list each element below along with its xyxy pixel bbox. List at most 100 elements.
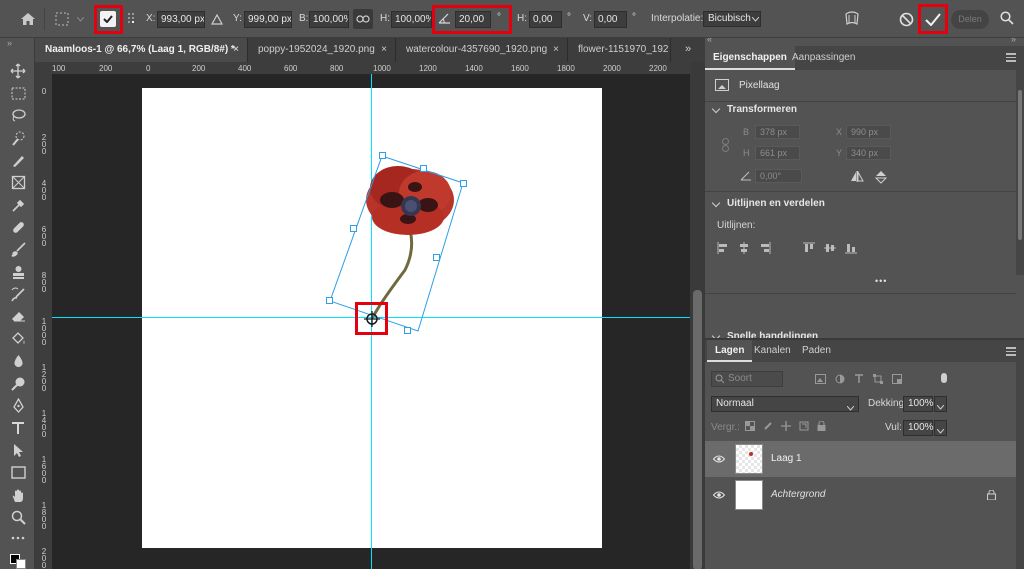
align-hcenter-icon[interactable]	[738, 242, 750, 257]
fill-dropdown[interactable]	[934, 420, 947, 436]
commit-transform-icon[interactable]	[922, 8, 944, 30]
angle-field[interactable]: 20,00	[455, 11, 491, 28]
fill-field[interactable]: 100%	[903, 420, 934, 436]
filter-toggle[interactable]	[941, 373, 947, 383]
warp-icon[interactable]	[842, 9, 862, 29]
lock-icon[interactable]	[987, 489, 996, 503]
pivot-point-icon[interactable]	[362, 309, 381, 328]
filter-shape-icon[interactable]	[873, 374, 883, 387]
cancel-transform-icon[interactable]	[896, 9, 916, 29]
flip-vertical-icon[interactable]	[874, 170, 888, 187]
h-field[interactable]: 661 px	[755, 146, 800, 160]
width-field[interactable]: 100,00%	[309, 11, 349, 28]
hand-tool-icon[interactable]	[8, 485, 28, 505]
lasso-tool-icon[interactable]	[8, 105, 28, 125]
scrollbar-thumb[interactable]	[1018, 90, 1022, 240]
tab-naamloos[interactable]: Naamloos-1 @ 66,7% (Laag 1, RGB/8#) * ×	[35, 38, 248, 62]
more-options-icon[interactable]: •••	[875, 276, 887, 286]
share-button[interactable]: Delen	[951, 10, 989, 29]
lock-all-icon[interactable]	[817, 420, 826, 434]
home-icon[interactable]	[18, 10, 38, 28]
y-prop-field[interactable]: 340 px	[846, 146, 891, 160]
layer-row-achtergrond[interactable]: Achtergrond	[705, 477, 1016, 513]
properties-scrollbar[interactable]	[1016, 70, 1024, 275]
angle-prop-field[interactable]: 0,00°	[755, 169, 802, 183]
background-color-swatch[interactable]	[16, 559, 26, 569]
zoom-tool-icon[interactable]	[8, 507, 28, 527]
scrollbar-thumb[interactable]	[693, 290, 702, 569]
reference-point-dots-icon[interactable]	[126, 11, 138, 25]
crop-frame-tool-icon[interactable]	[8, 172, 28, 192]
type-tool-icon[interactable]	[8, 418, 28, 438]
panel-menu-icon[interactable]	[1006, 347, 1016, 356]
section-transformeren[interactable]: Transformeren	[705, 101, 1016, 119]
align-vcenter-icon[interactable]	[824, 242, 836, 257]
more-tools-icon[interactable]	[8, 532, 28, 544]
transform-handle-bottom-left[interactable]	[326, 297, 333, 304]
tab-kanalen[interactable]: Kanalen	[746, 340, 799, 362]
link-icon[interactable]	[353, 9, 373, 29]
transform-handle-right[interactable]	[433, 254, 440, 261]
transform-handle-top-right[interactable]	[460, 180, 467, 187]
tab-aanpassingen[interactable]: Aanpassingen	[784, 46, 863, 70]
eyedropper-tool-icon[interactable]	[8, 195, 28, 215]
search-icon[interactable]	[998, 9, 1016, 27]
transform-handle-top-left[interactable]	[379, 152, 386, 159]
transform-handle-left[interactable]	[350, 225, 357, 232]
pen-brush-tool-icon[interactable]	[8, 150, 28, 170]
tabs-overflow-icon[interactable]: »	[685, 43, 691, 55]
layer-row-laag-1[interactable]: Laag 1	[705, 441, 1016, 477]
x-field[interactable]: 993,00 px	[157, 11, 205, 28]
rectangle-tool-icon[interactable]	[8, 462, 28, 482]
align-bottom-icon[interactable]	[845, 242, 857, 257]
filter-smart-object-icon[interactable]	[892, 374, 902, 387]
quick-select-tool-icon[interactable]	[8, 128, 28, 148]
layers-scrollbar[interactable]	[1016, 360, 1024, 569]
collapse-tools-icon[interactable]: »	[7, 38, 12, 48]
stamp-tool-icon[interactable]	[8, 262, 28, 282]
lock-transparent-icon[interactable]	[745, 421, 755, 434]
transform-handle-bottom-right[interactable]	[404, 327, 411, 334]
lock-pixels-icon[interactable]	[763, 421, 773, 434]
transform-bounding-box[interactable]	[320, 145, 480, 340]
flip-horizontal-icon[interactable]	[850, 170, 864, 185]
history-brush-tool-icon[interactable]	[8, 284, 28, 304]
visibility-eye-icon[interactable]	[712, 455, 726, 466]
align-left-icon[interactable]	[717, 242, 729, 257]
reference-point-checkbox[interactable]	[100, 11, 116, 27]
expand-panel-icon[interactable]: «	[707, 34, 712, 44]
filter-adjustment-icon[interactable]	[835, 374, 845, 387]
x-prop-field[interactable]: 990 px	[846, 125, 891, 139]
paint-bucket-tool-icon[interactable]	[8, 328, 28, 348]
visibility-eye-icon[interactable]	[712, 491, 726, 502]
pen-tool-icon[interactable]	[8, 395, 28, 415]
brush-tool-icon[interactable]	[8, 239, 28, 259]
vskew-field[interactable]: 0,00	[594, 11, 627, 28]
blend-mode-select[interactable]: Normaal	[711, 396, 859, 412]
transform-handle-top[interactable]	[420, 165, 427, 172]
close-icon[interactable]: ×	[233, 38, 239, 62]
lock-artboard-icon[interactable]	[799, 421, 809, 434]
opacity-dropdown[interactable]	[934, 396, 947, 412]
tab-eigenschappen[interactable]: Eigenschappen	[705, 46, 795, 70]
height-field[interactable]: 100,00%	[391, 11, 432, 28]
align-right-icon[interactable]	[759, 242, 771, 257]
dodge-tool-icon[interactable]	[8, 373, 28, 393]
align-top-icon[interactable]	[803, 242, 815, 257]
move-tool-icon[interactable]	[8, 61, 28, 81]
b-field[interactable]: 378 px	[755, 125, 800, 139]
tab-flower[interactable]: flower-1151970_192	[568, 38, 671, 62]
close-icon[interactable]: ×	[553, 38, 559, 62]
relative-position-icon[interactable]	[210, 12, 224, 26]
panel-menu-icon[interactable]	[1006, 53, 1016, 62]
tab-paden[interactable]: Paden	[794, 340, 839, 362]
filter-type-icon[interactable]	[854, 374, 864, 387]
filter-pixel-icon[interactable]	[815, 374, 826, 387]
vertical-scrollbar[interactable]	[690, 62, 705, 569]
link-dimensions-icon[interactable]	[722, 138, 729, 154]
lock-position-icon[interactable]	[781, 421, 791, 434]
eraser-tool-icon[interactable]	[8, 306, 28, 326]
collapse-panel-icon[interactable]: »	[1011, 34, 1016, 44]
reference-point-grid-icon[interactable]	[54, 11, 70, 27]
hskew-field[interactable]: 0,00	[529, 11, 562, 28]
